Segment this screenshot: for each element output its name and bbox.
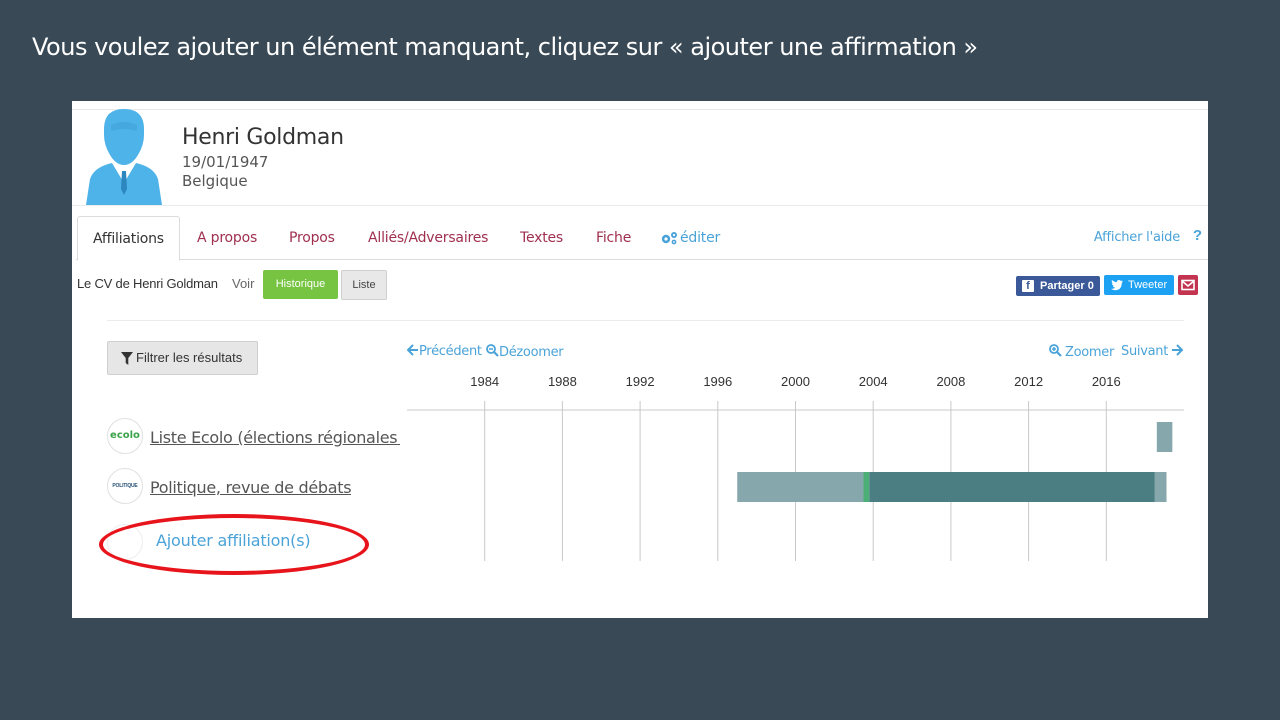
ecolo-logo: ecolo bbox=[107, 418, 143, 454]
mail-button[interactable] bbox=[1178, 275, 1198, 295]
historique-button[interactable]: Historique bbox=[263, 270, 338, 299]
divider bbox=[72, 205, 1208, 206]
slide-title: Vous voulez ajouter un élément manquant,… bbox=[32, 33, 978, 61]
envelope-icon bbox=[1181, 279, 1195, 291]
tab-propos[interactable]: Propos bbox=[289, 216, 335, 260]
tab-fiche[interactable]: Fiche bbox=[596, 216, 631, 260]
question-icon[interactable]: ? bbox=[1193, 227, 1202, 244]
timeline-tick-label: 1984 bbox=[470, 374, 499, 389]
previous-label: Précédent bbox=[419, 344, 482, 359]
divider bbox=[107, 320, 1184, 321]
tab-textes[interactable]: Textes bbox=[520, 216, 563, 260]
zoom-out-icon bbox=[486, 344, 499, 357]
affiliation-link-ecolo[interactable]: Liste Ecolo (élections régionales l bbox=[150, 428, 400, 447]
filter-label: Filtrer les résultats bbox=[136, 350, 243, 365]
timeline-bar bbox=[863, 472, 870, 502]
facebook-share-button[interactable]: f Partager 0 bbox=[1016, 276, 1100, 296]
timeline-tick-label: 2016 bbox=[1092, 374, 1121, 389]
timeline-tick-label: 2000 bbox=[781, 374, 810, 389]
politique-logo: POLITIQUE bbox=[107, 468, 143, 504]
tab-editer-label: éditer bbox=[680, 230, 721, 246]
share-count: 0 bbox=[1087, 280, 1094, 292]
voir-label: Voir bbox=[232, 276, 255, 291]
previous-link[interactable]: Précédent bbox=[406, 344, 482, 359]
liste-button[interactable]: Liste bbox=[341, 270, 387, 300]
dezoom-link[interactable]: Dézoomer bbox=[486, 344, 564, 360]
timeline-bar bbox=[1154, 472, 1167, 502]
gears-icon bbox=[661, 232, 677, 245]
timeline-tick-label: 1996 bbox=[703, 374, 732, 389]
zoom-label: Zoomer bbox=[1065, 345, 1115, 360]
share-label: Partager bbox=[1040, 280, 1085, 292]
person-country: Belgique bbox=[182, 172, 248, 190]
tweet-button[interactable]: Tweeter bbox=[1104, 275, 1174, 295]
tab-allies-adversaires[interactable]: Alliés/Adversaires bbox=[368, 216, 488, 260]
funnel-icon bbox=[121, 352, 133, 366]
screenshot-frame: Henri Goldman 19/01/1947 Belgique Affili… bbox=[72, 101, 1208, 618]
avatar bbox=[86, 109, 162, 205]
add-affiliation-link[interactable]: Ajouter affiliation(s) bbox=[156, 531, 311, 550]
timeline-bar bbox=[869, 472, 1155, 502]
next-link[interactable]: Suivant bbox=[1121, 344, 1184, 359]
timeline-tick-label: 1992 bbox=[626, 374, 655, 389]
arrow-right-icon bbox=[1172, 344, 1184, 356]
help-link[interactable]: Afficher l'aide bbox=[1094, 230, 1180, 245]
zoom-link[interactable]: Zoomer bbox=[1049, 344, 1114, 360]
timeline-bar bbox=[737, 472, 864, 502]
cv-label: Le CV de Henri Goldman bbox=[77, 276, 218, 291]
timeline-tick-label: 1988 bbox=[548, 374, 577, 389]
timeline-tick-label: 2012 bbox=[1014, 374, 1043, 389]
facebook-icon: f bbox=[1022, 280, 1034, 292]
dezoom-label: Dézoomer bbox=[499, 345, 564, 360]
twitter-bird-icon bbox=[1111, 280, 1123, 291]
tab-affiliations[interactable]: Affiliations bbox=[77, 216, 180, 261]
timeline-bar bbox=[1156, 422, 1173, 452]
divider bbox=[72, 109, 1208, 110]
person-birthdate: 19/01/1947 bbox=[182, 153, 269, 171]
politique-logo-text: POLITIQUE bbox=[112, 483, 138, 489]
tab-a-propos[interactable]: A propos bbox=[197, 216, 257, 260]
affiliation-link-politique[interactable]: Politique, revue de débats bbox=[150, 478, 351, 497]
add-affiliation-circle bbox=[107, 524, 143, 560]
person-name: Henri Goldman bbox=[182, 125, 344, 150]
zoom-in-icon bbox=[1049, 344, 1062, 357]
timeline-tick-label: 2004 bbox=[859, 374, 888, 389]
timeline-tick-label: 2008 bbox=[936, 374, 965, 389]
tweet-label: Tweeter bbox=[1128, 279, 1168, 291]
tab-editer[interactable]: éditer bbox=[660, 216, 720, 260]
arrow-left-icon bbox=[406, 344, 418, 356]
timeline-chart: 1984 1988 1992 1996 2000 2004 2008 2012 2016 bbox=[407, 374, 1184, 561]
filter-button[interactable]: Filtrer les résultats bbox=[107, 341, 258, 375]
next-label: Suivant bbox=[1121, 344, 1168, 359]
ecolo-logo-text: ecolo bbox=[110, 430, 140, 441]
